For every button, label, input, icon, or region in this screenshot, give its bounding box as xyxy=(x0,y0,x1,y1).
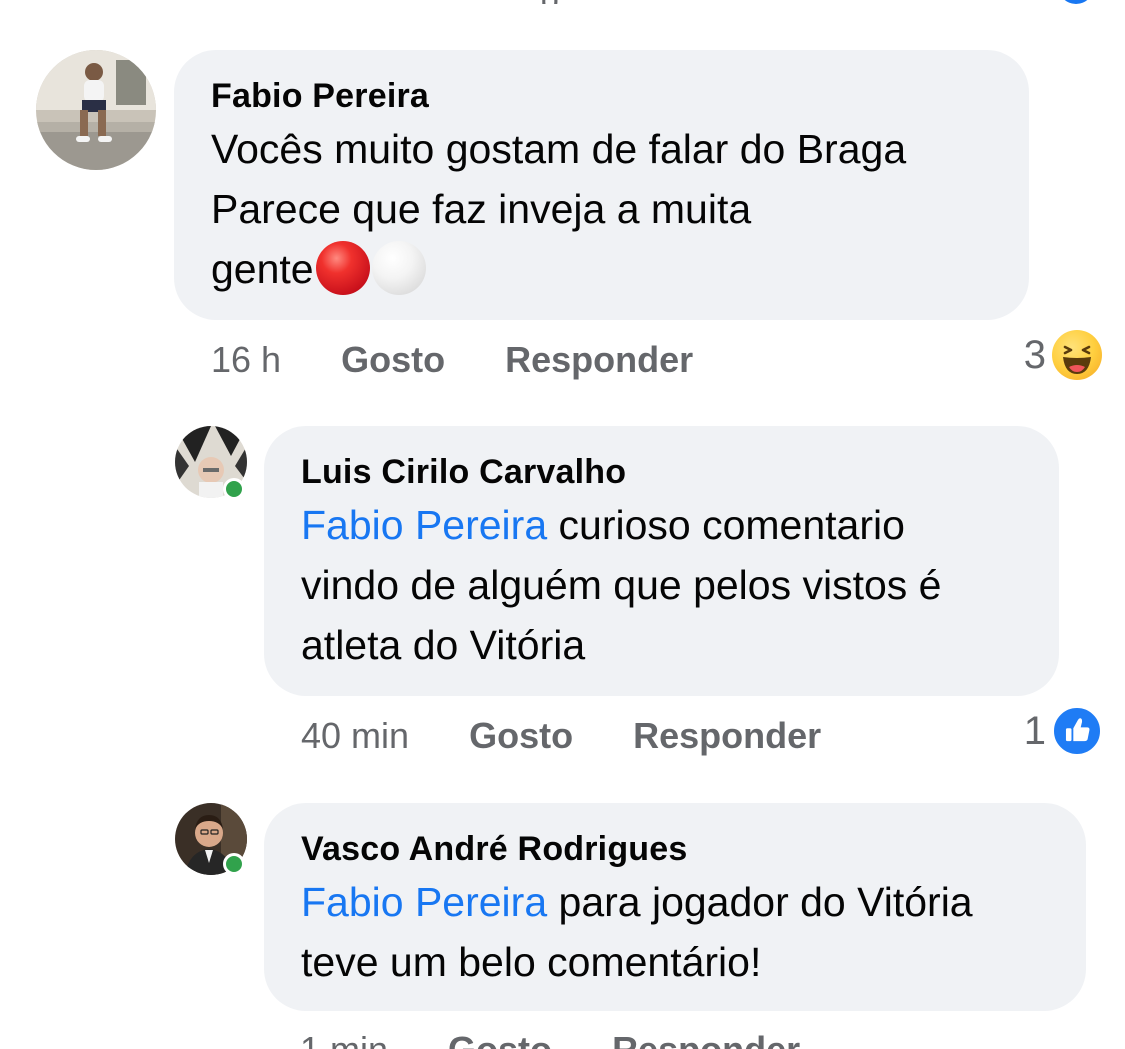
like-button[interactable]: Gosto xyxy=(341,339,445,380)
comment-line: Fabio Pereira para jogador do Vitória xyxy=(301,872,1050,932)
reply-button[interactable]: Responder xyxy=(505,339,693,380)
partial-reaction-badge xyxy=(1058,0,1094,4)
online-status-indicator xyxy=(223,478,245,500)
comment-actions-clipped: 1 min Gosto Responder xyxy=(300,1030,860,1049)
comment-line: Fabio Pereira curioso comentario xyxy=(301,495,1023,555)
comment-author[interactable]: Vasco André Rodrigues xyxy=(301,829,1050,869)
comment-line: Parece que faz inveja a muita xyxy=(211,186,752,232)
reply-button[interactable]: Responder xyxy=(633,715,821,756)
reaction-summary[interactable]: 1 xyxy=(1000,706,1102,758)
mention-link[interactable]: Fabio Pereira xyxy=(301,879,547,925)
comment-text: Vocês muito gostam de falar do Braga Par… xyxy=(211,119,993,299)
like-button[interactable]: Gosto xyxy=(469,715,573,756)
comment-line: gente xyxy=(211,239,993,299)
online-status-indicator xyxy=(223,853,245,875)
reaction-count: 3 xyxy=(1023,333,1046,377)
comment-author[interactable]: Luis Cirilo Carvalho xyxy=(301,452,1023,492)
previous-content-fragment: p xyxy=(540,0,580,4)
reaction-count: 1 xyxy=(1023,709,1046,753)
comment-bubble[interactable]: Fabio Pereira Vocês muito gostam de fala… xyxy=(174,50,1029,320)
comment-line-text: gente xyxy=(211,246,314,292)
like-button[interactable]: Gosto xyxy=(448,1030,552,1049)
comment-time[interactable]: 1 min xyxy=(300,1030,388,1049)
comment-line-text: curioso comentario xyxy=(547,502,905,548)
comment-line: atleta do Vitória xyxy=(301,622,586,668)
avatar[interactable] xyxy=(36,50,156,170)
comment-time[interactable]: 16 h xyxy=(211,339,281,380)
comment-author[interactable]: Fabio Pereira xyxy=(211,76,993,116)
comment-actions: 40 min Gosto Responder xyxy=(301,716,821,756)
comment-bubble[interactable]: Vasco André Rodrigues Fabio Pereira para… xyxy=(264,803,1086,1011)
comment-line: teve um belo comentário! xyxy=(301,939,762,985)
partial-text: p xyxy=(540,0,559,4)
comment-actions: 1 min Gosto Responder xyxy=(300,1030,800,1049)
comment-text: Fabio Pereira curioso comentario vindo d… xyxy=(301,495,1023,675)
comment-actions: 16 h Gosto Responder xyxy=(211,340,693,380)
white-ball-icon xyxy=(371,241,426,295)
avatar-photo-icon xyxy=(36,50,156,170)
comment-bubble[interactable]: Luis Cirilo Carvalho Fabio Pereira curio… xyxy=(264,426,1059,696)
comment-line: Vocês muito gostam de falar do Braga xyxy=(211,126,907,172)
like-icon xyxy=(1052,706,1102,756)
reaction-summary[interactable]: 3 xyxy=(1000,330,1102,382)
comment-line-text: para jogador do Vitória xyxy=(547,879,973,925)
haha-icon xyxy=(1052,330,1102,380)
reply-button[interactable]: Responder xyxy=(612,1030,800,1049)
red-ball-icon xyxy=(315,241,370,295)
comment-line: vindo de alguém que pelos vistos é xyxy=(301,562,942,608)
comment-time[interactable]: 40 min xyxy=(301,715,409,756)
comment-text: Fabio Pereira para jogador do Vitória te… xyxy=(301,872,1050,992)
mention-link[interactable]: Fabio Pereira xyxy=(301,502,547,548)
